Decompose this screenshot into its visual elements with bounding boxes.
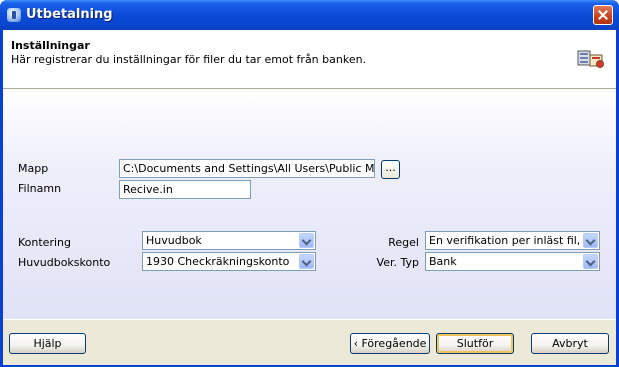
button-bar: Hjälp ‹ Föregående Slutför Avbryt (3, 319, 616, 365)
dialog-window: Utbetalning Inställningar Här registrera… (0, 0, 619, 367)
help-button[interactable]: Hjälp (9, 333, 86, 354)
wizard-header: Inställningar Här registrerar du inställ… (3, 30, 616, 89)
back-button[interactable]: ‹ Föregående (350, 333, 430, 354)
browse-folder-button[interactable]: ... (381, 160, 400, 179)
header-title: Inställningar (11, 39, 90, 52)
vertyp-value: Bank (429, 255, 457, 268)
bank-settings-icon (577, 50, 604, 68)
filnamn-field[interactable]: Recive.in (119, 180, 251, 199)
window-title: Utbetalning (26, 7, 113, 22)
huvudbokskonto-value: 1930 Checkräkningskonto (146, 255, 290, 268)
finish-button[interactable]: Slutför (436, 333, 514, 354)
huvudbokskonto-label: Huvudbokskonto (18, 256, 111, 269)
vertyp-label: Ver. Typ (376, 256, 419, 269)
chevron-down-icon[interactable] (583, 233, 598, 248)
vertyp-select[interactable]: Bank (425, 252, 600, 271)
back-button-label: Föregående (361, 337, 427, 350)
app-icon (7, 8, 21, 22)
dialog-client: Inställningar Här registrerar du inställ… (3, 30, 616, 365)
kontering-label: Kontering (18, 236, 71, 249)
finish-button-label: Slutför (456, 337, 494, 350)
huvudbokskonto-select[interactable]: 1930 Checkräkningskonto (142, 252, 316, 271)
kontering-value: Huvudbok (146, 234, 202, 247)
chevron-down-icon[interactable] (583, 254, 598, 269)
chevron-down-icon[interactable] (299, 254, 314, 269)
regel-value: En verifikation per inläst fil, en ba (429, 234, 581, 247)
settings-panel: Mapp C:\Documents and Settings\All Users… (3, 89, 616, 319)
regel-label: Regel (388, 236, 419, 249)
regel-select[interactable]: En verifikation per inläst fil, en ba (425, 231, 600, 250)
mapp-label: Mapp (18, 162, 49, 175)
header-subtitle: Här registrerar du inställningar för fil… (11, 53, 367, 66)
filnamn-label: Filnamn (18, 182, 62, 195)
close-button[interactable] (593, 5, 613, 25)
title-bar[interactable]: Utbetalning (0, 0, 619, 30)
help-button-label: Hjälp (33, 337, 62, 350)
kontering-select[interactable]: Huvudbok (142, 231, 316, 250)
cancel-button[interactable]: Avbryt (531, 333, 609, 354)
chevron-down-icon[interactable] (299, 233, 314, 248)
mapp-field[interactable]: C:\Documents and Settings\All Users\Publ… (119, 159, 375, 178)
cancel-button-label: Avbryt (552, 337, 588, 350)
